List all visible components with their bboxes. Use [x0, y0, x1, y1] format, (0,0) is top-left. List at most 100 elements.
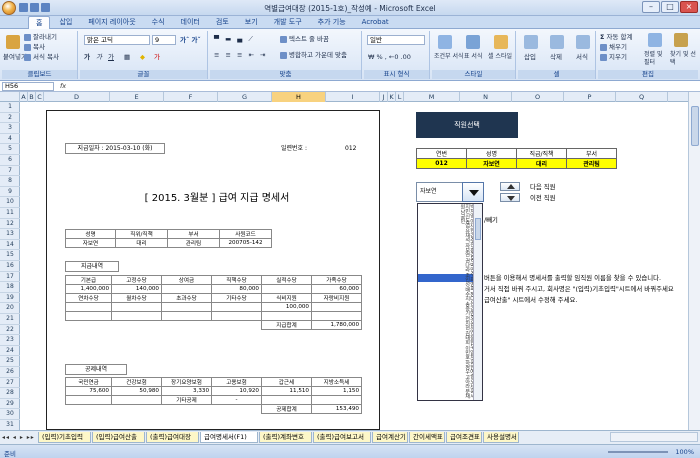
zoom-level[interactable]: 100%	[675, 448, 694, 456]
bold-button[interactable]: 가	[84, 53, 90, 61]
employee-list-items[interactable]: 백지영 이재현 김수진 홍길동 박민수 최영희 정다은 강민호 윤서연 장현우 …	[418, 204, 474, 400]
undo-icon[interactable]	[30, 3, 39, 12]
column-header[interactable]: P	[564, 92, 616, 102]
vertical-scrollbar[interactable]	[688, 92, 700, 430]
row-header[interactable]: 17	[0, 272, 20, 283]
underline-button[interactable]: 가	[108, 53, 114, 61]
row-header[interactable]: 28	[0, 388, 20, 399]
select-all-corner[interactable]	[0, 92, 20, 102]
sheet-tab[interactable]: 급여명세서(F1)	[200, 432, 258, 443]
row-header[interactable]: 6	[0, 155, 20, 166]
row-header[interactable]: 9	[0, 187, 20, 198]
minimize-button[interactable]: –	[642, 1, 660, 13]
cell-style-button[interactable]: 셀 스타일	[488, 53, 512, 61]
sort-filter-icon[interactable]	[648, 33, 662, 47]
column-header[interactable]: F	[164, 92, 218, 102]
row-header[interactable]: 27	[0, 378, 20, 389]
delete-button[interactable]: 삭제	[550, 53, 562, 61]
row-header[interactable]: 4	[0, 134, 20, 145]
column-header[interactable]: I	[326, 92, 380, 102]
name-box[interactable]: H56	[2, 82, 54, 91]
wrap-text-button[interactable]: 텍스트 줄 바꿈	[280, 35, 329, 43]
close-button[interactable]: ×	[680, 1, 698, 13]
sheet-tab[interactable]: 사용설명서	[483, 432, 519, 443]
insert-button[interactable]: 삽입	[524, 53, 536, 61]
spin-up-button[interactable]	[500, 182, 520, 191]
fx-icon[interactable]: fx	[60, 82, 66, 90]
ribbon-tab[interactable]: 보기	[238, 16, 265, 28]
sheet-tab[interactable]: 간이세액표	[409, 432, 445, 443]
sheet-tab[interactable]: 급여조견표	[446, 432, 482, 443]
format-button[interactable]: 서식	[576, 53, 588, 61]
row-header[interactable]: 1	[0, 102, 20, 113]
office-button[interactable]	[2, 1, 16, 15]
cell-style-icon[interactable]	[494, 35, 508, 49]
column-header[interactable]: K	[388, 92, 396, 102]
find-icon[interactable]	[674, 33, 688, 47]
clear-button[interactable]: 지우기	[600, 53, 627, 61]
column-header[interactable]: N	[460, 92, 512, 102]
sort-filter-button[interactable]: 정렬 및 필터	[644, 51, 666, 67]
fill-button[interactable]: 채우기	[600, 43, 627, 51]
autosum-button[interactable]: Σ 자동 합계	[600, 33, 633, 41]
font-size-select[interactable]: 9	[152, 35, 176, 45]
row-header[interactable]: 31	[0, 420, 20, 431]
sheet-tab[interactable]: (출력)계좌변호	[259, 432, 312, 443]
save-icon[interactable]	[19, 3, 28, 12]
column-header[interactable]: O	[512, 92, 564, 102]
row-header[interactable]: 3	[0, 123, 20, 134]
sheet-tab[interactable]: (입력)기초입력	[38, 432, 91, 443]
ribbon-tab[interactable]: 데이터	[174, 16, 207, 28]
ribbon-tab[interactable]: 추가 기능	[311, 16, 353, 28]
row-header[interactable]: 12	[0, 219, 20, 230]
column-header[interactable]: L	[396, 92, 404, 102]
column-header[interactable]: Q	[616, 92, 668, 102]
employee-select-button[interactable]: 직원선택	[416, 112, 518, 138]
row-header[interactable]: 7	[0, 166, 20, 177]
tab-navigation-arrows[interactable]: ◂◂ ◂ ▸ ▸▸	[2, 434, 35, 441]
delete-icon[interactable]	[550, 35, 564, 49]
row-header[interactable]: 2	[0, 113, 20, 124]
row-header[interactable]: 5	[0, 144, 20, 155]
row-header[interactable]: 23	[0, 335, 20, 346]
sheet-tab[interactable]: 급여계산기	[372, 432, 408, 443]
ribbon-tab[interactable]: 수식	[145, 16, 172, 28]
row-header[interactable]: 21	[0, 314, 20, 325]
copy-button[interactable]: 복사	[24, 43, 45, 51]
ribbon-tab[interactable]: 삽입	[52, 16, 79, 28]
maximize-button[interactable]: □	[661, 1, 679, 13]
ribbon-tab[interactable]: Acrobat	[355, 16, 396, 28]
border-button[interactable]: ▦	[124, 53, 130, 61]
worksheet[interactable]: 지급일자 : 2015-03-10 (화) 일련번호 : 012 [ 2015.…	[20, 102, 688, 430]
column-header[interactable]: J	[380, 92, 388, 102]
horizontal-align-buttons[interactable]: ≡ ≡ ≡ ⇤ ⇥	[214, 51, 268, 59]
format-table-button[interactable]: 표 서식	[464, 53, 482, 61]
row-header[interactable]: 30	[0, 409, 20, 420]
row-header[interactable]: 22	[0, 325, 20, 336]
column-header[interactable]: G	[218, 92, 272, 102]
conditional-format-icon[interactable]	[438, 35, 452, 49]
column-header[interactable]: B	[28, 92, 36, 102]
row-header[interactable]: 14	[0, 240, 20, 251]
row-header[interactable]: 25	[0, 356, 20, 367]
paste-icon[interactable]	[6, 35, 20, 49]
number-format-select[interactable]: 일반	[367, 35, 425, 45]
row-header[interactable]: 8	[0, 176, 20, 187]
font-color-button[interactable]: 가	[154, 53, 160, 61]
ribbon-tab[interactable]: 홈	[28, 16, 51, 29]
redo-icon[interactable]	[41, 3, 50, 12]
ribbon-tab[interactable]: 검토	[209, 16, 236, 28]
grow-font-button[interactable]: 가ˆ 가ˇ	[180, 36, 201, 44]
format-icon[interactable]	[576, 35, 590, 49]
ribbon-tab[interactable]: 개발 도구	[267, 16, 309, 28]
number-format-buttons[interactable]: ₩ % , ←0 .00	[368, 53, 411, 61]
row-header[interactable]: 13	[0, 229, 20, 240]
merge-center-button[interactable]: 병합하고 가운데 맞춤	[280, 51, 347, 59]
fill-color-button[interactable]: ◆	[140, 53, 145, 61]
sheet-tab[interactable]: (출력)급여보고서	[313, 432, 371, 443]
vertical-align-buttons[interactable]: ▀ ▬ ▄ ⟋	[214, 35, 255, 43]
format-painter-button[interactable]: 서식 복사	[24, 53, 59, 61]
ribbon-tab[interactable]: 페이지 레이아웃	[81, 16, 142, 28]
italic-button[interactable]: 가	[96, 53, 102, 61]
insert-icon[interactable]	[524, 35, 538, 49]
